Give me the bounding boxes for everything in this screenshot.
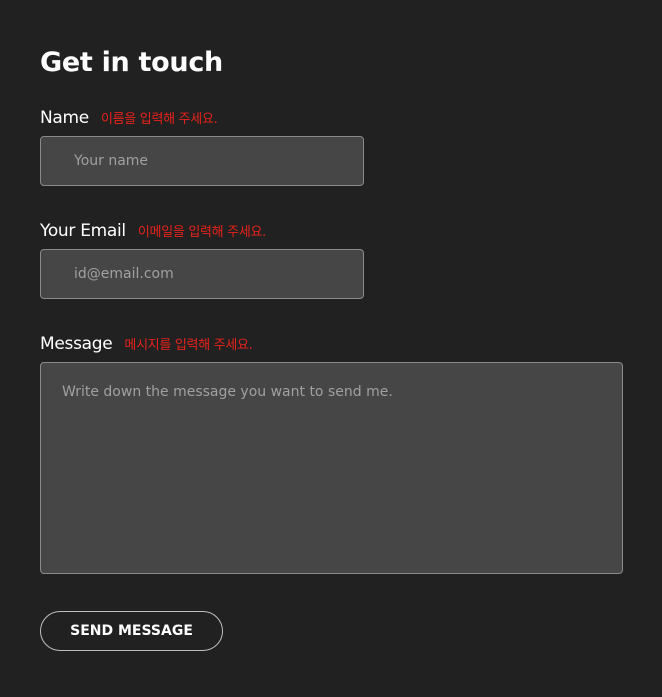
name-label: Name [40,108,89,128]
message-textarea[interactable] [40,362,623,574]
name-error-message: 이름을 입력해 주세요. [100,112,218,127]
name-input[interactable] [40,136,364,186]
email-label-row: Your Email 이메일을 입력해 주세요. [40,220,266,244]
contact-form: Get in touch Name 이름을 입력해 주세요. Your Emai… [40,46,623,651]
message-label-row: Message 메시지를 입력해 주세요. [40,333,253,357]
send-message-button[interactable]: SEND MESSAGE [40,611,223,651]
email-input[interactable] [40,249,364,299]
form-title: Get in touch [40,47,223,78]
name-label-row: Name 이름을 입력해 주세요. [40,107,218,131]
message-label: Message [40,334,113,354]
email-label: Your Email [40,221,126,241]
email-error-message: 이메일을 입력해 주세요. [137,225,266,240]
message-error-message: 메시지를 입력해 주세요. [124,338,253,353]
